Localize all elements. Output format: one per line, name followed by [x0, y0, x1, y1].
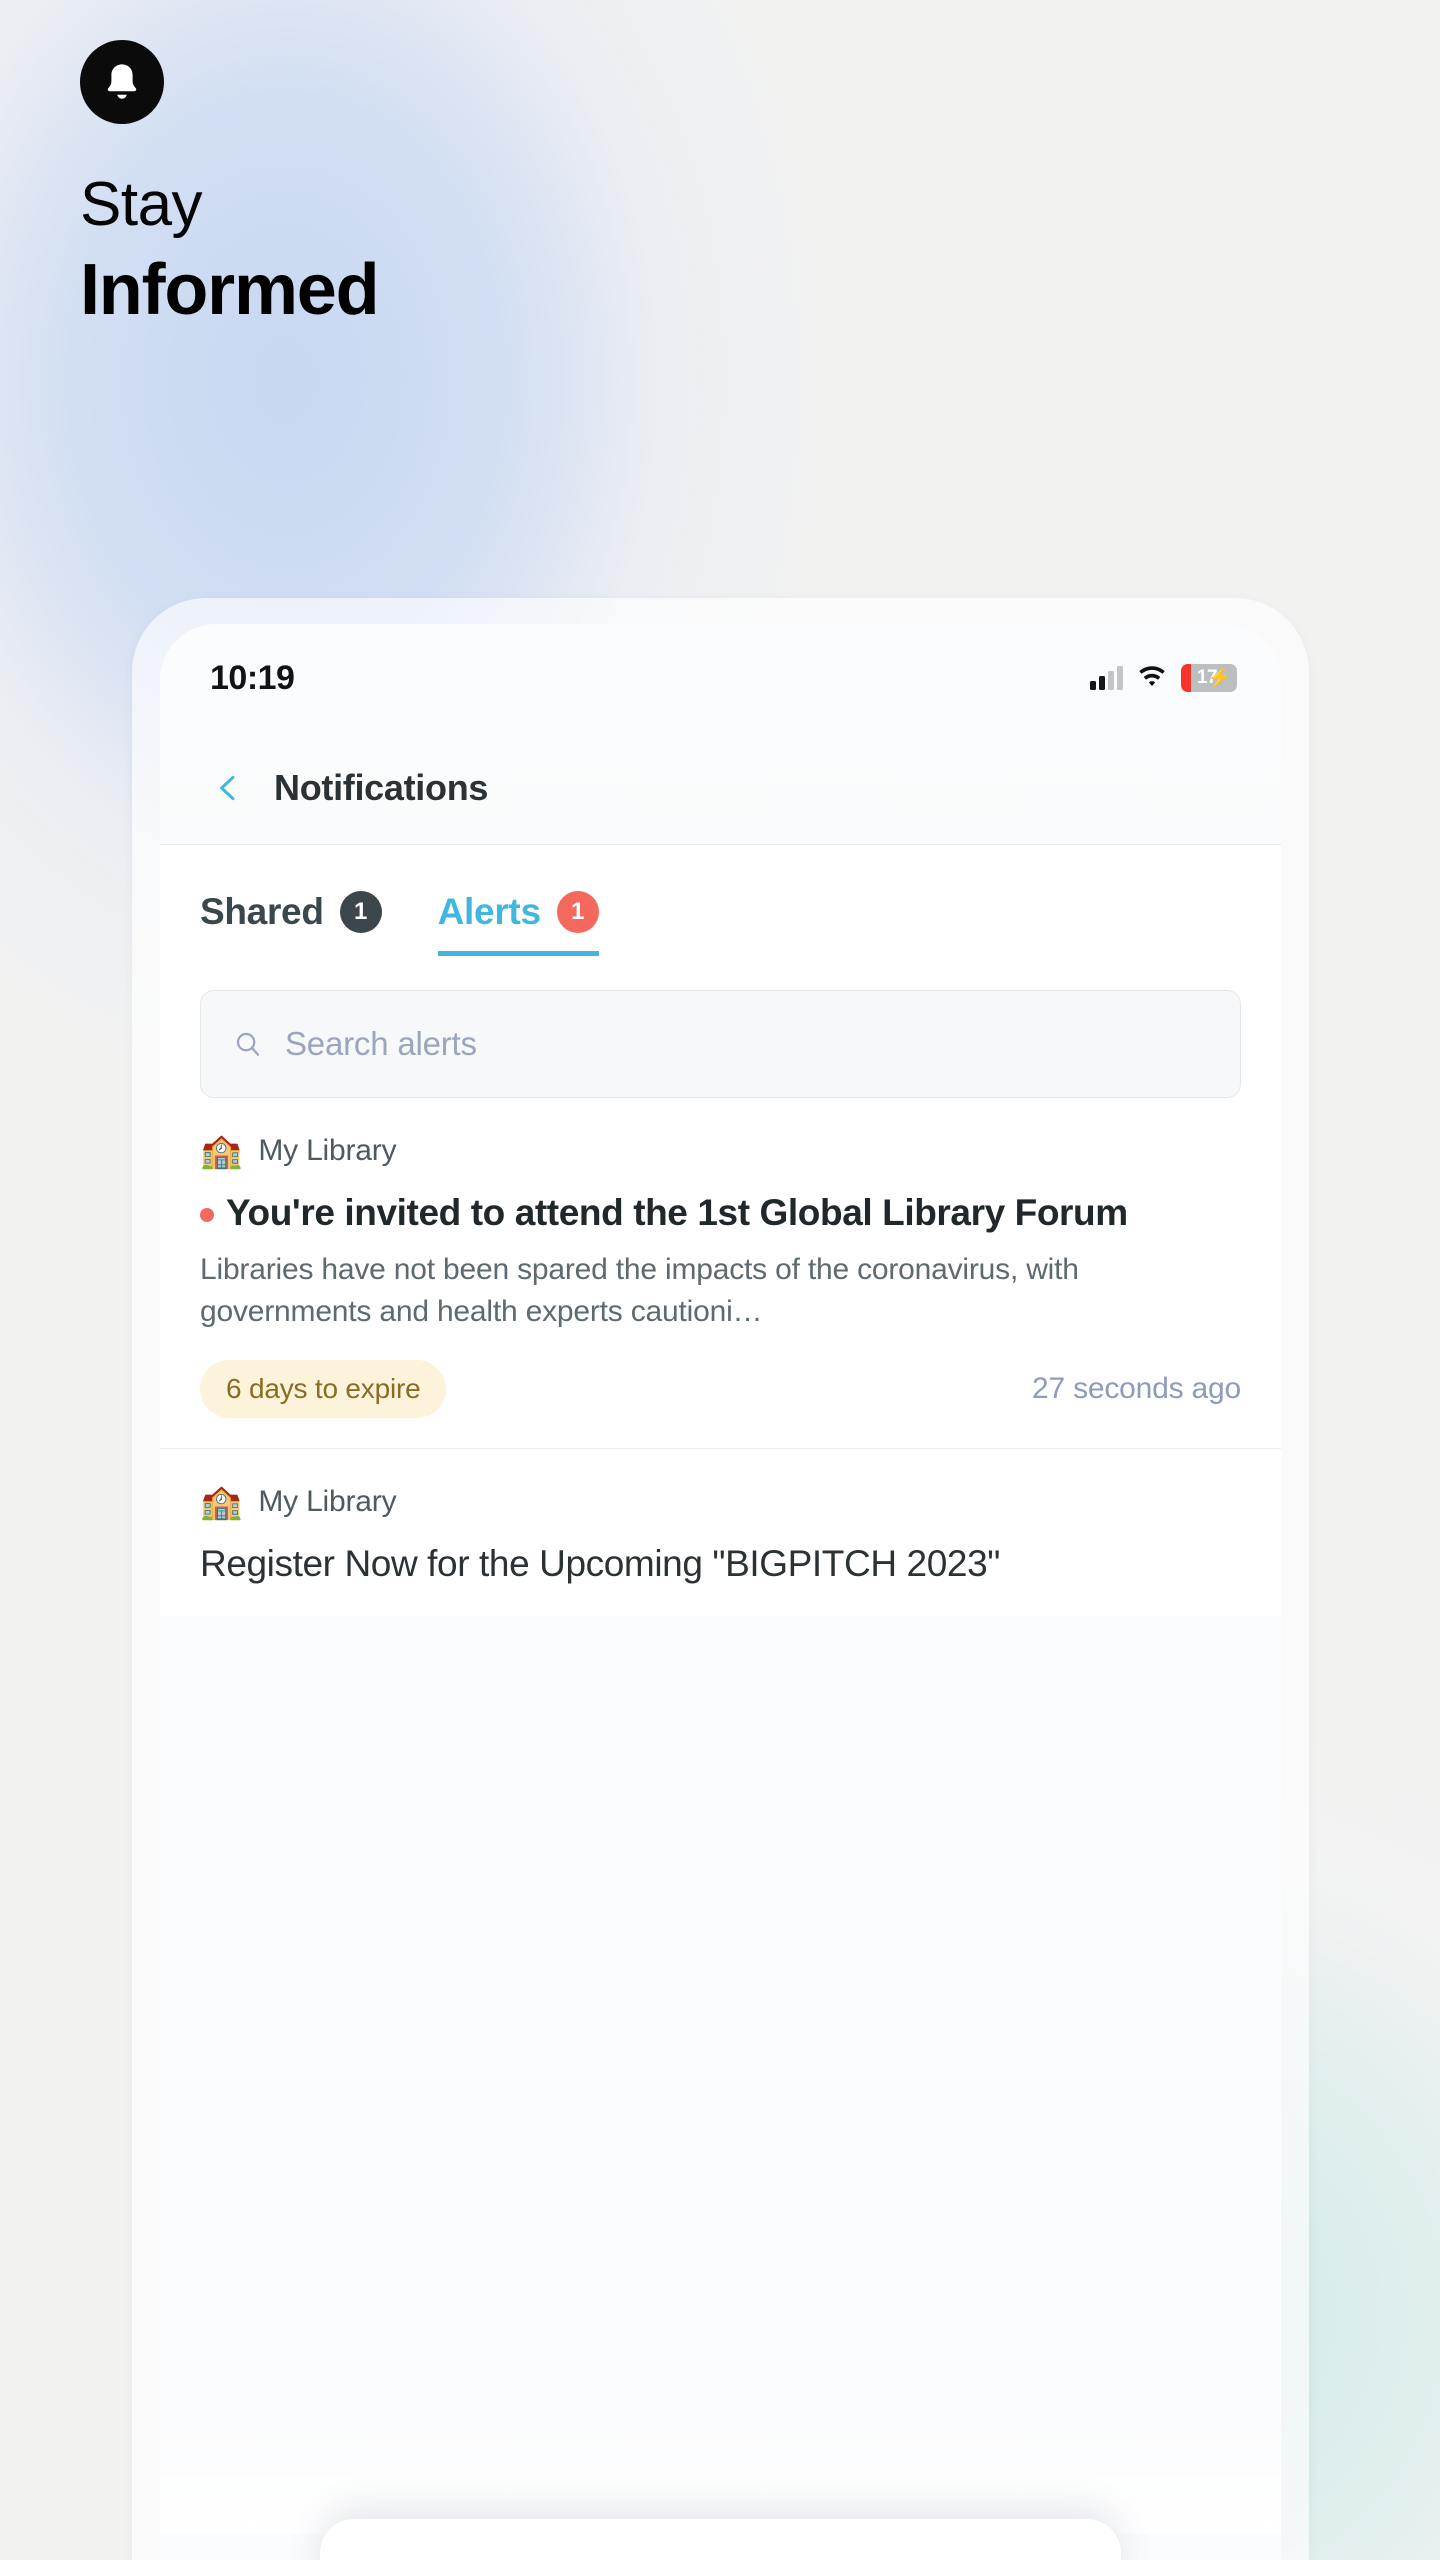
alert-snippet: Libraries have not been spared the impac…	[200, 1253, 1079, 1328]
status-time: 10:19	[210, 658, 295, 697]
alert-source-row: 🏫 My Library	[200, 1485, 1241, 1519]
status-bar: 10:19 17 ⚡	[160, 624, 1281, 732]
alerts-tab-bar: Shared 1 Alerts 1	[160, 845, 1281, 956]
alert-title: Register Now for the Upcoming "BIGPITCH …	[200, 1541, 1241, 1586]
shared-tab-bar: Shared 1 Alerts 1	[320, 2519, 1121, 2560]
search-icon	[236, 1032, 260, 1056]
list-item[interactable]: 🏫 My Library Register Now for the Upcomi…	[160, 1449, 1281, 1616]
tab-shared[interactable]: Shared 1	[200, 891, 382, 956]
library-building-icon: 🏫	[200, 1132, 243, 1170]
library-building-icon: 🏫	[200, 1482, 243, 1521]
cellular-signal-icon	[1090, 666, 1123, 690]
list-item[interactable]: 🏫 My Library You're invited to attend th…	[160, 1098, 1281, 1449]
alert-source-name: My Library	[258, 1484, 397, 1518]
alert-title-text: You're invited to attend the 1st Global …	[226, 1192, 1128, 1233]
back-button[interactable]	[200, 760, 256, 816]
shared-panel: Shared 1 Alerts 1 Search shared content	[320, 2519, 1121, 2560]
page-title: Notifications	[274, 767, 489, 808]
tab-alerts[interactable]: Alerts 1	[437, 891, 599, 956]
tab-alerts-label: Alerts	[437, 891, 541, 932]
alerts-search-input[interactable]: Search alerts	[200, 990, 1241, 1098]
bell-icon	[80, 40, 164, 124]
scroll-fade-overlay	[160, 2414, 1281, 2534]
alert-title-text: Register Now for the Upcoming "BIGPITCH …	[200, 1542, 1000, 1584]
tab-alerts-badge: 1	[556, 891, 599, 933]
alerts-panel: Shared 1 Alerts 1 Search alerts 🏫 My Lib…	[160, 845, 1281, 1617]
unread-dot-icon	[200, 1208, 214, 1222]
hero-title-line1: Stay	[80, 170, 203, 239]
alert-source-name: My Library	[258, 1134, 397, 1167]
tab-shared-badge: 1	[339, 891, 382, 933]
hero-title-line2: Informed	[80, 250, 380, 330]
wifi-icon	[1139, 666, 1165, 687]
chevron-left-icon	[220, 775, 235, 801]
charging-bolt-icon: ⚡	[1207, 667, 1232, 689]
phone-mockup: 10:19 17 ⚡ Notifications Shared 1 Alerts…	[132, 598, 1309, 2560]
alert-title: You're invited to attend the 1st Global …	[200, 1190, 1241, 1235]
expiry-badge: 6 days to expire	[200, 1359, 447, 1418]
status-indicators: 17 ⚡	[1090, 664, 1237, 692]
nav-bar: Notifications	[160, 732, 1281, 844]
alerts-search-placeholder: Search alerts	[285, 1025, 477, 1062]
hero-section: Stay Informed	[80, 40, 980, 326]
alert-timestamp: 27 seconds ago	[1031, 1371, 1241, 1405]
alerts-search-wrap: Search alerts	[160, 956, 1281, 1098]
battery-charging-icon: 17 ⚡	[1181, 664, 1237, 692]
tab-shared-label: Shared	[200, 891, 324, 932]
alert-meta-row: 6 days to expire 27 seconds ago	[200, 1359, 1241, 1418]
alert-source-row: 🏫 My Library	[200, 1134, 1241, 1168]
phone-screen: 10:19 17 ⚡ Notifications Shared 1 Alerts…	[160, 624, 1281, 2560]
